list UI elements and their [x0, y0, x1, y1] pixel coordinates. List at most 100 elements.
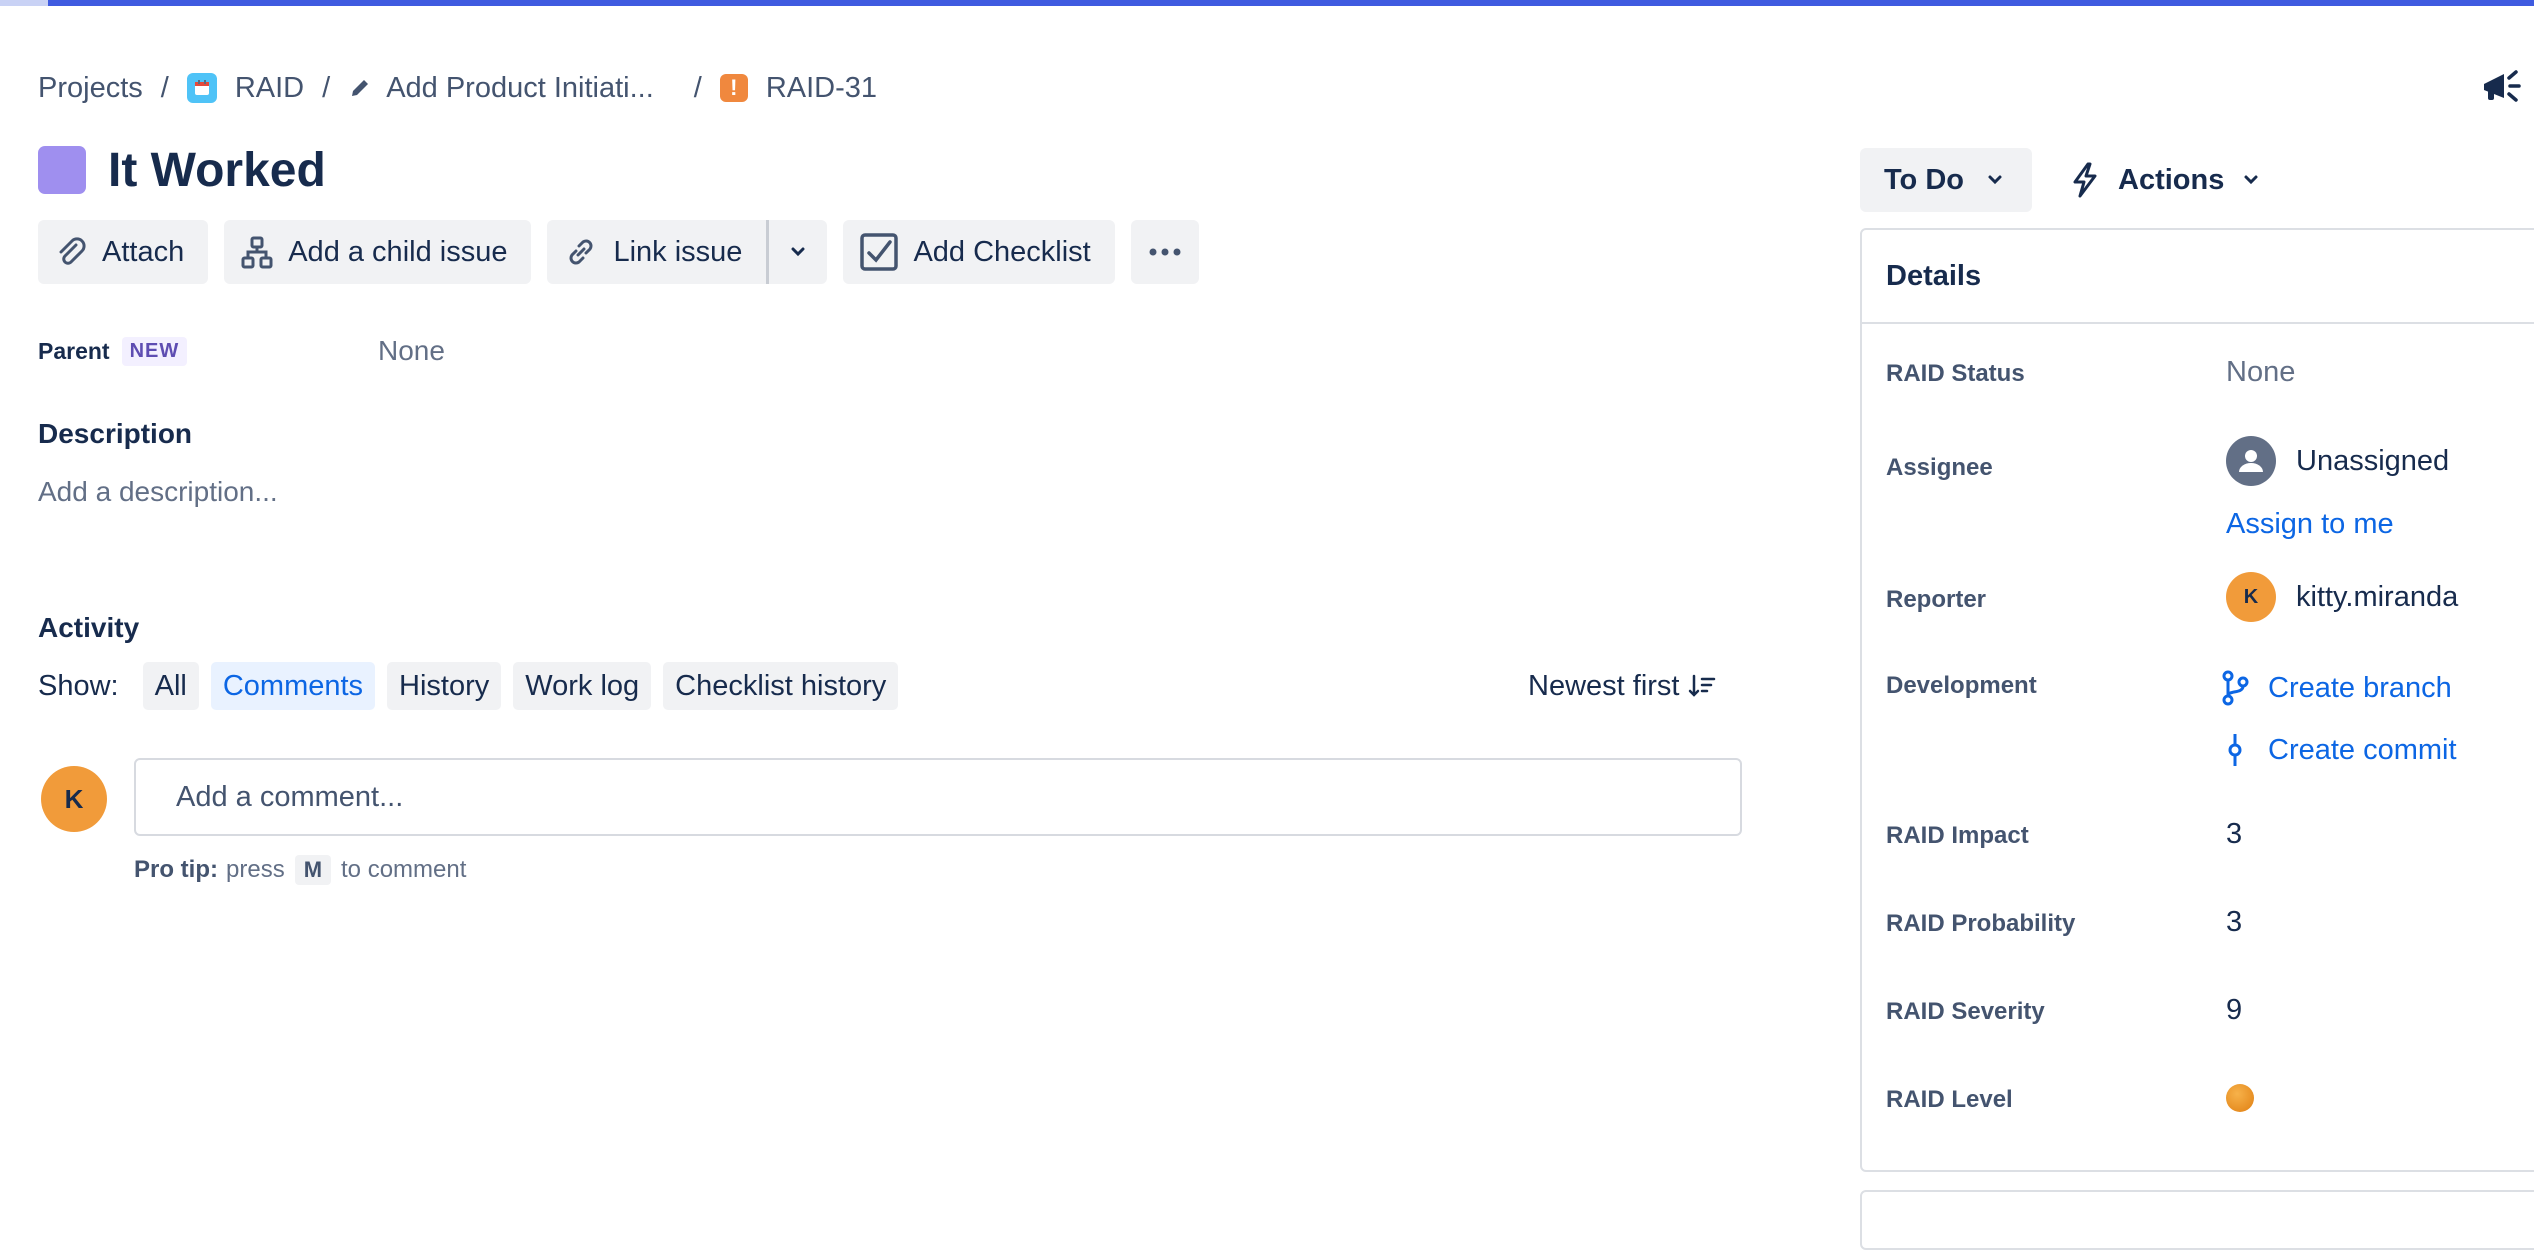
link-issue-split-button: Link issue	[547, 220, 828, 284]
parent-label: Parent NEW	[38, 336, 378, 366]
field-label: Assignee	[1886, 454, 1993, 481]
pro-tip-text: press	[226, 856, 285, 883]
hierarchy-icon	[241, 236, 273, 269]
raid-probability-value[interactable]: 3	[2226, 906, 2242, 939]
pro-tip-text-end: to comment	[341, 856, 467, 883]
top-loading-bar	[0, 0, 2534, 6]
status-label: To Do	[1884, 163, 1964, 196]
breadcrumb-initiative[interactable]: Add Product Initiati...	[348, 72, 654, 105]
breadcrumb-issue-key-label: RAID-31	[765, 71, 878, 104]
link-issue-dropdown-button[interactable]	[766, 220, 828, 284]
filter-history[interactable]: History	[387, 662, 502, 710]
details-panel: Details RAID Status None Assignee Unassi…	[1860, 228, 2534, 1172]
create-branch-link[interactable]: Create branch	[2220, 670, 2452, 706]
details-heading-label: Details	[1886, 259, 1982, 292]
description-heading: Description	[38, 418, 193, 449]
details-heading[interactable]: Details	[1862, 230, 2534, 324]
link-issue-label: Link issue	[613, 235, 743, 268]
status-dropdown-button[interactable]: To Do	[1860, 148, 2032, 212]
breadcrumb-separator: /	[160, 71, 169, 104]
raid-level-indicator	[2226, 1084, 2254, 1112]
attach-label: Attach	[102, 235, 185, 268]
field-label: RAID Level	[1886, 1086, 2013, 1113]
breadcrumb-project-label: RAID	[234, 71, 305, 104]
link-icon	[569, 239, 593, 265]
field-label: RAID Impact	[1886, 822, 2029, 849]
issue-type-icon	[38, 146, 86, 194]
add-child-issue-label: Add a child issue	[288, 235, 508, 268]
branch-icon	[2222, 670, 2249, 706]
activity-heading: Activity	[38, 612, 140, 643]
show-label: Show:	[38, 669, 119, 702]
field-label: Development	[1886, 672, 2037, 699]
issue-toolbar: Attach Add a child issue Link issue Add …	[38, 220, 1199, 284]
raid-status-value[interactable]: None	[2226, 356, 2295, 389]
issue-title[interactable]: It Worked	[108, 143, 326, 198]
megaphone-icon[interactable]	[2478, 64, 2524, 110]
breadcrumb-project[interactable]: RAID	[186, 71, 305, 105]
sort-descending-icon	[1689, 674, 1716, 697]
pro-tip: Pro tip: press M to comment	[134, 854, 466, 886]
activity-filter-bar: Show: All Comments History Work log Chec…	[38, 662, 899, 710]
breadcrumb-issue-key[interactable]: ! RAID-31	[719, 71, 878, 105]
pro-tip-label: Pro tip:	[134, 856, 218, 883]
top-bar-nub	[0, 0, 48, 6]
commit-icon	[2228, 734, 2242, 766]
comment-input[interactable]	[134, 758, 1742, 836]
assignee-name: Unassigned	[2296, 444, 2450, 477]
breadcrumb: Projects / RAID / Add Product Initiati..…	[38, 68, 877, 108]
field-label: RAID Probability	[1886, 910, 2076, 937]
sort-order-button[interactable]: Newest first	[1528, 664, 1717, 708]
current-user-avatar: K	[41, 766, 107, 832]
chevron-down-icon	[791, 247, 805, 257]
chevron-down-icon	[1988, 175, 2002, 185]
breadcrumb-projects[interactable]: Projects	[38, 72, 143, 105]
breadcrumb-separator: /	[322, 71, 331, 104]
create-branch-label: Create branch	[2268, 671, 2452, 704]
unassigned-user-icon	[2226, 436, 2276, 486]
breadcrumb-separator: /	[693, 71, 702, 104]
checkbox-icon	[860, 233, 899, 271]
raid-severity-value[interactable]: 9	[2226, 994, 2242, 1027]
actions-dropdown-button[interactable]: Actions	[2068, 148, 2262, 212]
create-commit-link[interactable]: Create commit	[2220, 732, 2457, 768]
link-issue-button[interactable]: Link issue	[547, 220, 767, 284]
sort-order-label: Newest first	[1528, 669, 1680, 702]
add-checklist-button[interactable]: Add Checklist	[843, 220, 1115, 284]
breadcrumb-initiative-label: Add Product Initiati...	[386, 71, 654, 104]
parent-field: Parent NEW None	[38, 332, 445, 370]
pencil-icon	[348, 76, 372, 100]
create-commit-label: Create commit	[2268, 733, 2457, 766]
raid-impact-value[interactable]: 3	[2226, 818, 2242, 851]
secondary-panel	[1860, 1190, 2534, 1250]
attach-button[interactable]: Attach	[38, 220, 209, 284]
parent-value[interactable]: None	[378, 335, 445, 367]
lightning-bolt-icon	[2073, 162, 2097, 198]
filter-checklist-history[interactable]: Checklist history	[663, 662, 899, 710]
raid-level-value[interactable]	[2226, 1084, 2254, 1112]
reporter-avatar: K	[2226, 572, 2276, 622]
filter-comments[interactable]: Comments	[210, 662, 376, 710]
description-placeholder[interactable]: Add a description...	[38, 476, 278, 508]
add-child-issue-button[interactable]: Add a child issue	[224, 220, 532, 284]
keyboard-shortcut-key: M	[294, 855, 332, 885]
reporter-name: kitty.miranda	[2296, 580, 2459, 613]
project-avatar-icon	[186, 73, 217, 103]
field-label: Reporter	[1886, 586, 1987, 613]
actions-label: Actions	[2118, 163, 2225, 196]
reporter-value[interactable]: K kitty.miranda	[2226, 572, 2458, 622]
paperclip-icon	[59, 237, 86, 265]
parent-label-text: Parent	[38, 337, 110, 364]
filter-work-log[interactable]: Work log	[513, 662, 652, 710]
risk-type-icon: !	[719, 74, 748, 102]
field-label: RAID Severity	[1886, 998, 2045, 1025]
more-actions-button[interactable]	[1130, 220, 1199, 284]
chevron-down-icon	[2244, 175, 2258, 185]
filter-all[interactable]: All	[142, 662, 199, 710]
add-checklist-label: Add Checklist	[913, 235, 1091, 268]
assignee-value[interactable]: Unassigned	[2226, 436, 2449, 486]
assign-to-me-link[interactable]: Assign to me	[2226, 508, 2394, 541]
breadcrumb-projects-label: Projects	[38, 71, 143, 104]
issue-title-row: It Worked	[38, 142, 326, 198]
more-icon	[1149, 248, 1181, 256]
